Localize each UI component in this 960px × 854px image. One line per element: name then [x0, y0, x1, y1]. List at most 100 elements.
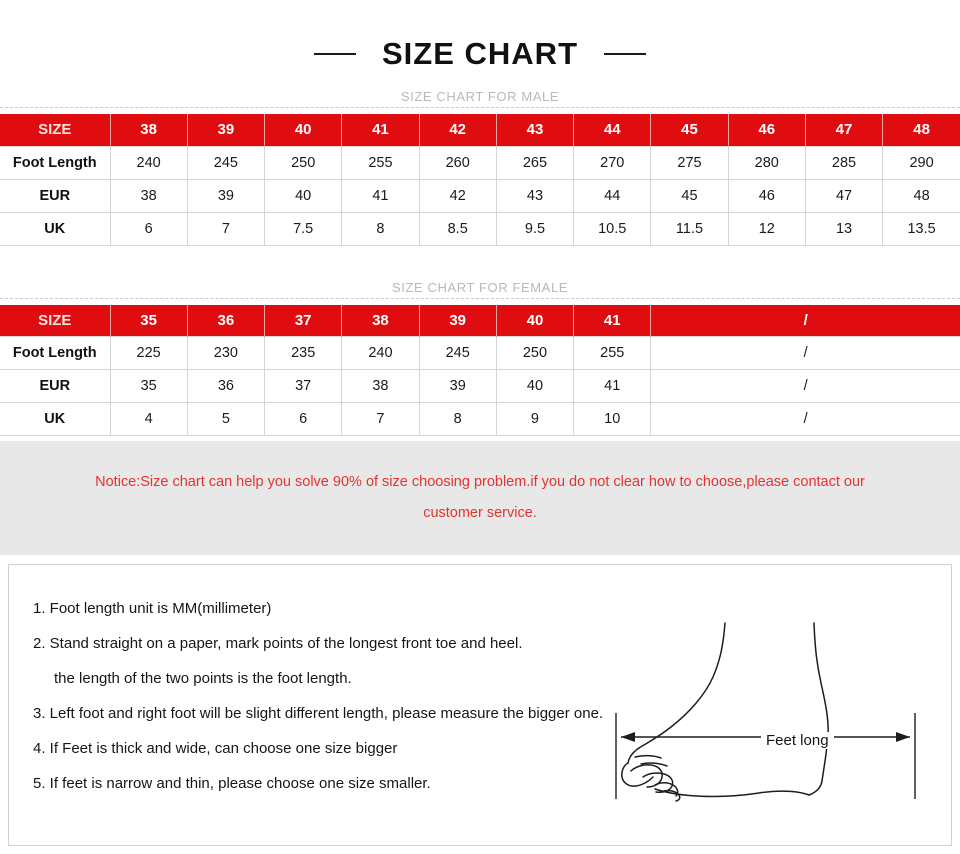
male-row-1-cell-6: 44 — [573, 178, 652, 213]
male-row-0-cell-7: 275 — [650, 145, 729, 180]
male-header-size-0: 38 — [109, 114, 188, 146]
male-row-0-cell-4: 260 — [418, 145, 497, 180]
notice-line-2: customer service. — [423, 505, 537, 521]
male-header-size-5: 43 — [495, 114, 575, 146]
female-row-0-merged: / — [650, 336, 960, 370]
male-header-size-8: 46 — [727, 114, 806, 146]
table-row: UK 4 5 6 7 8 9 10 / — [0, 402, 960, 436]
foot-measurement-diagram: Feet long — [609, 601, 939, 841]
male-row-2-cell-2: 7.5 — [264, 211, 343, 246]
male-row-2-cell-8: 12 — [727, 211, 806, 246]
female-row-1-cell-1: 36 — [186, 369, 266, 403]
female-row-0-cell-4: 245 — [418, 336, 497, 370]
female-row-0-cell-0: 225 — [109, 336, 188, 370]
page-title-bar: SIZE CHART — [0, 0, 960, 72]
male-row-0-cell-1: 245 — [186, 145, 266, 180]
title-right-dash-icon — [604, 53, 646, 55]
male-row-1-cell-10: 48 — [882, 178, 960, 213]
female-header-size-1: 36 — [186, 304, 266, 337]
female-row-1-cell-0: 35 — [109, 369, 188, 403]
male-row-1-cell-7: 45 — [650, 178, 729, 213]
male-row-0-cell-2: 250 — [264, 145, 343, 180]
table-row: EUR 35 36 37 38 39 40 41 / — [0, 369, 960, 403]
female-header-empty-merged: / — [650, 304, 960, 337]
female-row-2-cell-3: 7 — [341, 402, 420, 436]
male-row-1-cell-5: 43 — [495, 178, 575, 213]
female-row-2-label: UK — [0, 402, 111, 436]
female-row-0-cell-3: 240 — [341, 336, 420, 370]
male-row-0-cell-8: 280 — [727, 145, 806, 180]
male-row-2-label: UK — [0, 211, 111, 246]
male-header-size-7: 45 — [650, 114, 729, 146]
notice-banner: Notice:Size chart can help you solve 90%… — [0, 441, 960, 555]
male-row-1-cell-4: 42 — [418, 178, 497, 213]
male-row-0-cell-3: 255 — [341, 145, 420, 180]
female-section-subtitle: SIZE CHART FOR FEMALE — [391, 279, 569, 295]
male-header-size-10: 48 — [882, 114, 960, 146]
female-section-divider — [0, 297, 960, 299]
instructions-panel: 1. Foot length unit is MM(millimeter) 2.… — [8, 564, 952, 846]
female-row-2-cell-2: 6 — [264, 402, 343, 436]
male-row-1-cell-3: 41 — [341, 178, 420, 213]
male-header-size-3: 41 — [341, 114, 420, 146]
female-row-2-cell-5: 9 — [495, 402, 575, 436]
male-section-subtitle: SIZE CHART FOR MALE — [400, 89, 560, 104]
female-row-1-cell-5: 40 — [495, 369, 575, 403]
male-row-0-cell-6: 270 — [573, 145, 652, 180]
female-row-1-label: EUR — [0, 369, 111, 403]
male-row-0-cell-10: 290 — [882, 145, 960, 180]
female-header-size-6: 41 — [573, 304, 652, 337]
male-header-size-4: 42 — [418, 114, 497, 146]
male-row-2-cell-10: 13.5 — [882, 211, 960, 246]
male-header-size-2: 40 — [264, 114, 343, 146]
feet-long-label: Feet long — [761, 732, 834, 749]
title-left-dash-icon — [314, 53, 356, 55]
notice-line-1: Notice:Size chart can help you solve 90%… — [95, 474, 865, 490]
male-header-size-label: SIZE — [0, 114, 111, 146]
table-row: Foot Length 225 230 235 240 245 250 255 … — [0, 336, 960, 370]
male-row-1-cell-1: 39 — [186, 178, 266, 213]
female-row-1-cell-6: 41 — [573, 369, 652, 403]
foot-side-profile-icon — [615, 622, 916, 802]
table-row: UK 6 7 7.5 8 8.5 9.5 10.5 11.5 12 13 13.… — [0, 211, 960, 246]
female-row-0-cell-1: 230 — [186, 336, 266, 370]
section-gap — [0, 245, 960, 263]
male-row-1-cell-9: 47 — [804, 178, 884, 213]
female-row-1-merged: / — [650, 369, 960, 403]
female-header-size-3: 38 — [341, 304, 420, 337]
female-row-0-cell-5: 250 — [495, 336, 575, 370]
male-row-1-cell-0: 38 — [109, 178, 188, 213]
female-row-1-cell-3: 38 — [341, 369, 420, 403]
male-row-2-cell-4: 8.5 — [418, 211, 497, 246]
female-header-size-2: 37 — [264, 304, 343, 337]
table-row: Foot Length 240 245 250 255 260 265 270 … — [0, 145, 960, 180]
male-size-table: SIZE 38 39 40 41 42 43 44 45 46 47 48 Fo… — [0, 114, 960, 246]
male-table-header-row: SIZE 38 39 40 41 42 43 44 45 46 47 48 — [0, 114, 960, 146]
female-row-1-cell-4: 39 — [418, 369, 497, 403]
male-row-2-cell-9: 13 — [804, 211, 884, 246]
table-row: EUR 38 39 40 41 42 43 44 45 46 47 48 — [0, 178, 960, 213]
male-row-2-cell-0: 6 — [109, 211, 188, 246]
male-row-0-cell-5: 265 — [495, 145, 575, 180]
female-row-2-cell-1: 5 — [186, 402, 266, 436]
female-row-2-cell-0: 4 — [109, 402, 188, 436]
male-row-1-cell-8: 46 — [727, 178, 806, 213]
female-table-header-row: SIZE 35 36 37 38 39 40 41 / — [0, 304, 960, 337]
female-header-size-0: 35 — [109, 304, 188, 337]
male-header-size-6: 44 — [573, 114, 652, 146]
male-row-2-cell-5: 9.5 — [495, 211, 575, 246]
male-row-2-cell-7: 11.5 — [650, 211, 729, 246]
male-section-divider — [0, 107, 960, 108]
male-row-2-cell-1: 7 — [186, 211, 266, 246]
female-header-size-label: SIZE — [0, 304, 111, 337]
male-row-0-cell-0: 240 — [109, 145, 188, 180]
male-row-0-cell-9: 285 — [804, 145, 884, 180]
male-row-0-label: Foot Length — [0, 145, 111, 180]
female-row-0-cell-2: 235 — [264, 336, 343, 370]
female-header-size-4: 39 — [418, 304, 497, 337]
female-header-size-5: 40 — [495, 304, 575, 337]
size-chart-page: SIZE CHART SIZE CHART FOR MALE SIZE 38 3… — [0, 0, 960, 854]
male-row-1-cell-2: 40 — [264, 178, 343, 213]
female-row-0-cell-6: 255 — [573, 336, 652, 370]
male-row-1-label: EUR — [0, 178, 111, 213]
